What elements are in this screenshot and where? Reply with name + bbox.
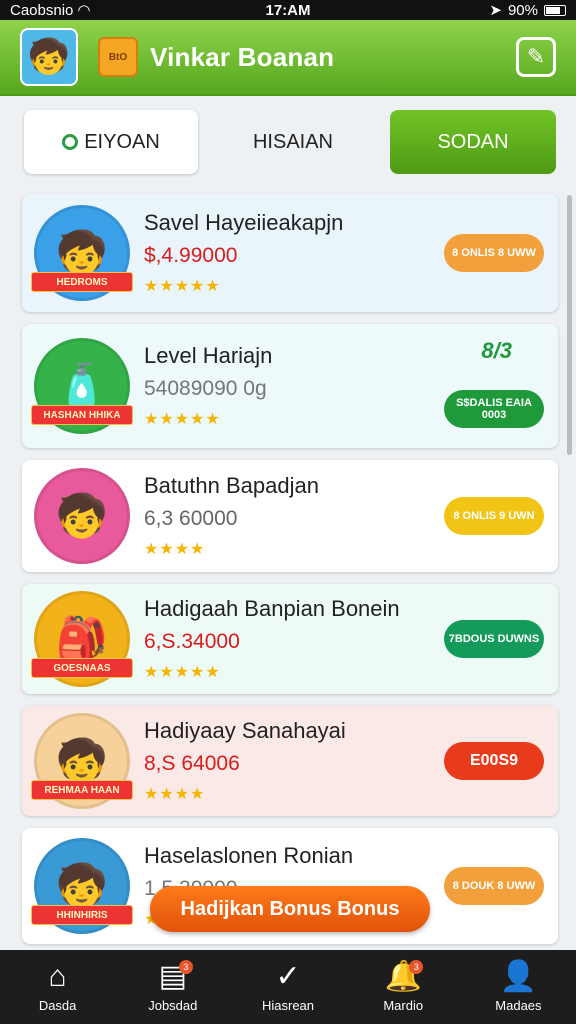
carrier: Caobsnio ◠ — [10, 1, 91, 20]
bonus-button[interactable]: 8 ONLIS 9 UWN — [444, 497, 544, 535]
bonus-button[interactable]: 8 DOUK 8 UWW — [444, 867, 544, 905]
nav-item-tasks[interactable]: ▤ 3 Jobsdad — [115, 950, 230, 1024]
thumbnail-tag: HEDROMS — [31, 272, 133, 292]
nav-label: Hiasrean — [261, 997, 315, 1013]
nav-label: Dasda — [38, 997, 77, 1013]
reward-list: 🧒 HEDROMS Savel Hayeiieakapjn $,4.99000 ★… — [22, 194, 558, 956]
battery-icon — [544, 4, 566, 16]
bottom-nav: ⌂ Dasda ▤ 3 Jobsdad ✓ Hiasrean 🔔 3 Mardi… — [0, 950, 576, 1024]
nav-label: Mardio — [383, 997, 424, 1013]
tab-first-label: EIYOAN — [84, 130, 160, 153]
wallet-icon[interactable]: BtO — [98, 37, 138, 77]
tab-second[interactable]: HISAIAN — [198, 110, 388, 174]
app-header: 🧒 BtO Vinkar Boanan ✎ — [0, 20, 576, 96]
list-item[interactable]: 🧒 HEDROMS Savel Hayeiieakapjn $,4.99000 ★… — [22, 194, 558, 312]
item-thumbnail: 🎒 GOESNAAS — [31, 591, 133, 687]
star-rating: ★★★★★ — [144, 278, 221, 295]
list-item[interactable]: 🧒 REHMAA HAAN Hadiyaay Sanahayai 8,S 6400… — [22, 706, 558, 816]
thumbnail-tag: REHMAA HAAN — [31, 780, 133, 800]
notification-badge: 3 — [178, 960, 193, 974]
star-rating: ★★★★ — [144, 786, 206, 803]
item-name: Savel Hayeiieakapjn — [144, 210, 344, 235]
carrier-label: Caobsnio — [10, 1, 74, 19]
wallet-label: BtO — [108, 51, 128, 63]
item-thumbnail: 🧒 REHMAA HAAN — [31, 713, 133, 809]
status-right: ➤ 90% — [489, 1, 566, 19]
list-item[interactable]: 🧴 HASHAN HHIKA Level Hariajn 54089090 0g … — [22, 324, 558, 448]
item-name: Hadiyaay Sanahayai — [144, 718, 346, 743]
home-icon: ⌂ — [48, 959, 67, 993]
item-thumbnail: 🧴 HASHAN HHIKA — [31, 338, 133, 434]
child-icon: 🧒 — [55, 736, 109, 784]
user-icon: 👤 — [499, 959, 538, 993]
thumbnail-tag: HASHAN HHIKA — [31, 405, 133, 425]
scrollbar[interactable] — [567, 195, 572, 455]
item-name: Haselaslonen Ronian — [144, 843, 354, 868]
item-name: Batuthn Bapadjan — [144, 473, 319, 498]
nav-label: Madaes — [495, 997, 542, 1013]
clock: 17:AM — [265, 1, 311, 19]
item-thumbnail: 🧒 — [34, 468, 130, 564]
list-item[interactable]: 🎒 GOESNAAS Hadigaah Banpian Bonein 6,S.34… — [22, 584, 558, 694]
tab-third-label: SODAN — [437, 130, 509, 153]
nav-item-notifications[interactable]: 🔔 3 Mardio — [346, 950, 461, 1024]
nav-item-profile[interactable]: 👤 Madaes — [461, 950, 576, 1024]
thumbnail-tag: GOESNAAS — [31, 658, 133, 678]
bottle-icon: 🧴 — [55, 361, 109, 409]
extra-label: 8/3 — [481, 338, 512, 363]
bonus-button[interactable]: E00S9 — [444, 742, 544, 780]
circle-icon — [62, 134, 79, 150]
item-thumbnail: 🧒 HEDROMS — [31, 205, 133, 301]
battery-percent: 90% — [507, 1, 538, 19]
backpack-icon: 🎒 — [55, 614, 109, 662]
location-icon: ➤ — [489, 2, 502, 19]
app-title: Vinkar Boanan — [150, 41, 335, 72]
tab-second-label: HISAIAN — [252, 130, 334, 153]
edit-icon: ✎ — [526, 44, 546, 69]
child-icon: 🧒 — [55, 491, 109, 539]
star-rating: ★★★★ — [144, 541, 206, 558]
list-item[interactable]: 🧒 Batuthn Bapadjan 6,3 60000 ★★★★ 8 ONLI… — [22, 460, 558, 572]
edit-button[interactable]: ✎ — [516, 37, 556, 77]
bonus-button[interactable]: S$DALIS EAIA 0003 — [444, 390, 544, 428]
tab-bar: EIYOAN HISAIAN SODAN — [24, 110, 556, 174]
star-rating: ★★★★★ — [144, 664, 221, 681]
item-name: Hadigaah Banpian Bonein — [144, 596, 400, 621]
thumbnail-tag: HHINHIRIS — [31, 905, 133, 925]
child-icon: 🧒 — [55, 228, 109, 276]
status-bar: Caobsnio ◠ 17:AM ➤ 90% — [0, 0, 576, 20]
wifi-icon: ◠ — [77, 2, 91, 19]
nav-label: Jobsdad — [148, 997, 198, 1013]
bonus-button[interactable]: 8 ONLIS 8 UWW — [444, 234, 544, 272]
bonus-button[interactable]: 7BDOUS DUWNS — [444, 620, 544, 658]
child-icon: 🧒 — [55, 861, 109, 909]
item-thumbnail: 🧒 HHINHIRIS — [31, 838, 133, 934]
tab-third-active[interactable]: SODAN — [390, 110, 556, 174]
bonus-cta-button[interactable]: Hadijkan Bonus Bonus — [150, 886, 430, 932]
nav-item-home[interactable]: ⌂ Dasda — [0, 950, 115, 1024]
check-circle-icon: ✓ — [275, 959, 301, 993]
avatar[interactable]: 🧒 — [20, 28, 78, 86]
nav-item-check[interactable]: ✓ Hiasrean — [230, 950, 345, 1024]
tab-first[interactable]: EIYOAN — [24, 110, 198, 174]
